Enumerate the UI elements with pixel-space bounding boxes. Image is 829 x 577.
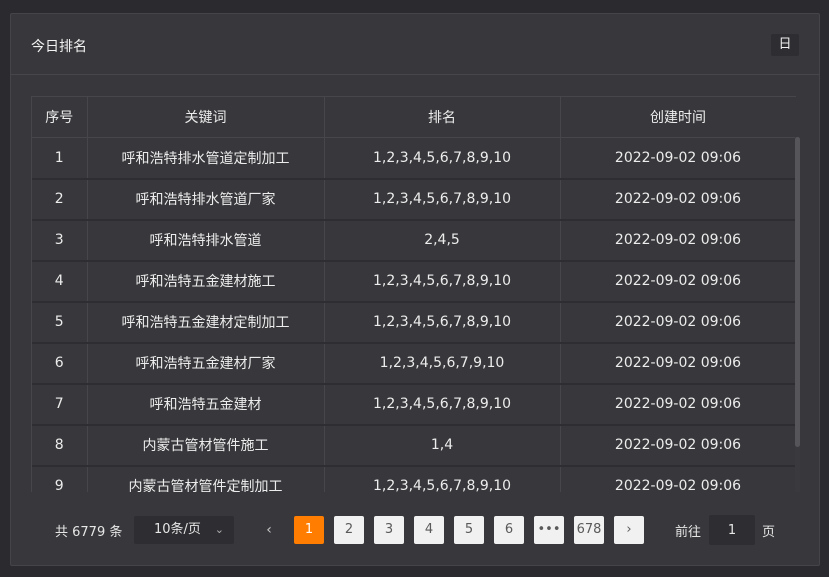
cell-rank: 1,2,3,4,5,6,7,8,9,10 [324,178,561,221]
table-row: 1 呼和浩特排水管道定制加工 1,2,3,4,5,6,7,8,9,10 2022-09… [32,137,796,180]
page-button-678[interactable]: 678 [574,516,604,544]
prev-page-icon[interactable]: ‹ [261,516,277,544]
cell-rank: 1,2,3,4,5,6,7,8,9,10 [324,260,561,303]
table-row: 5 呼和浩特五金建材定制加工 1,2,3,4,5,6,7,8,9,10 2022-09… [32,301,796,344]
page-button-4[interactable]: 4 [414,516,444,544]
header-created-time: 创建时间 [560,96,796,138]
scrollbar-thumb[interactable] [795,137,800,447]
cell-keyword: 呼和浩特排水管道定制加工 [87,137,325,180]
cell-index: 3 [32,219,88,262]
cell-keyword: 呼和浩特五金建材厂家 [87,342,325,385]
panel-title: 今日排名 [31,39,87,55]
cell-created-time: 2022-09-02 09:06 [560,465,796,492]
cell-index: 9 [32,465,88,492]
header-keyword: 关键词 [87,96,325,138]
total-count: 共 6779 条 [55,525,123,540]
cell-created-time: 2022-09-02 09:06 [560,424,796,467]
next-page-icon[interactable]: › [614,516,644,544]
cell-rank: 2,4,5 [324,219,561,262]
ranking-table-wrap: 序号 关键词 排名 创建时间 1 呼和浩特排水管道定制加工 1,2,3,4,5,6,… [31,96,796,492]
period-day-button[interactable]: 日 [771,34,799,56]
cell-created-time: 2022-09-02 09:06 [560,178,796,221]
table-scrollbar[interactable] [795,137,800,492]
page-button-3[interactable]: 3 [374,516,404,544]
cell-index: 4 [32,260,88,303]
header-index: 序号 [32,96,88,138]
table-header-row: 序号 关键词 排名 创建时间 [32,96,796,138]
cell-index: 7 [32,383,88,426]
table-row: 9 内蒙古管材管件定制加工 1,2,3,4,5,6,7,8,9,10 2022-09-… [32,465,796,492]
cell-rank: 1,2,3,4,5,6,7,8,9,10 [324,383,561,426]
cell-index: 2 [32,178,88,221]
page-button-1[interactable]: 1 [294,516,324,544]
cell-keyword: 内蒙古管材管件施工 [87,424,325,467]
table-row: 4 呼和浩特五金建材施工 1,2,3,4,5,6,7,8,9,10 2022-09-0… [32,260,796,303]
panel-header: 今日排名 日 [11,14,819,75]
cell-rank: 1,4 [324,424,561,467]
goto-page-input[interactable] [709,515,755,545]
cell-rank: 1,2,3,4,5,6,7,8,9,10 [324,137,561,180]
pagination: 共 6779 条 10条/页 ⌄ ‹ 123456 ••• 678 › 前往 页 [11,514,821,545]
table-row: 2 呼和浩特排水管道厂家 1,2,3,4,5,6,7,8,9,10 2022-09-0… [32,178,796,221]
cell-index: 6 [32,342,88,385]
chevron-down-icon: ⌄ [214,523,224,536]
goto-label: 前往 [675,525,702,540]
cell-index: 1 [32,137,88,180]
page-size-value: 10条/页 [154,522,201,537]
cell-rank: 1,2,3,4,5,6,7,8,9,10 [324,465,561,492]
table-row: 3 呼和浩特排水管道 2,4,5 2022-09-02 09:06 [32,219,796,262]
cell-created-time: 2022-09-02 09:06 [560,260,796,303]
cell-created-time: 2022-09-02 09:06 [560,301,796,344]
page-button-2[interactable]: 2 [334,516,364,544]
cell-keyword: 呼和浩特五金建材 [87,383,325,426]
ranking-panel: 今日排名 日 序号 关键词 排名 创建时间 1 呼和浩特排水管道定制加工 1,2,3… [10,13,820,566]
cell-index: 5 [32,301,88,344]
cell-created-time: 2022-09-02 09:06 [560,219,796,262]
page-unit-label: 页 [762,525,776,540]
table-row: 7 呼和浩特五金建材 1,2,3,4,5,6,7,8,9,10 2022-09-02 … [32,383,796,426]
cell-keyword: 呼和浩特排水管道 [87,219,325,262]
cell-rank: 1,2,3,4,5,6,7,9,10 [324,342,561,385]
cell-created-time: 2022-09-02 09:06 [560,137,796,180]
page-button-5[interactable]: 5 [454,516,484,544]
cell-created-time: 2022-09-02 09:06 [560,342,796,385]
ranking-table: 序号 关键词 排名 创建时间 1 呼和浩特排水管道定制加工 1,2,3,4,5,6,… [32,96,796,492]
page-ellipsis-button[interactable]: ••• [534,516,564,544]
table-body: 1 呼和浩特排水管道定制加工 1,2,3,4,5,6,7,8,9,10 2022-09… [32,137,796,492]
table-row: 6 呼和浩特五金建材厂家 1,2,3,4,5,6,7,9,10 2022-09-02 … [32,342,796,385]
cell-rank: 1,2,3,4,5,6,7,8,9,10 [324,301,561,344]
header-rank: 排名 [324,96,561,138]
cell-created-time: 2022-09-02 09:06 [560,383,796,426]
cell-keyword: 呼和浩特五金建材施工 [87,260,325,303]
cell-keyword: 呼和浩特五金建材定制加工 [87,301,325,344]
cell-keyword: 呼和浩特排水管道厂家 [87,178,325,221]
page-size-select[interactable]: 10条/页 ⌄ [134,516,234,544]
table-row: 8 内蒙古管材管件施工 1,4 2022-09-02 09:06 [32,424,796,467]
cell-index: 8 [32,424,88,467]
page-button-6[interactable]: 6 [494,516,524,544]
cell-keyword: 内蒙古管材管件定制加工 [87,465,325,492]
